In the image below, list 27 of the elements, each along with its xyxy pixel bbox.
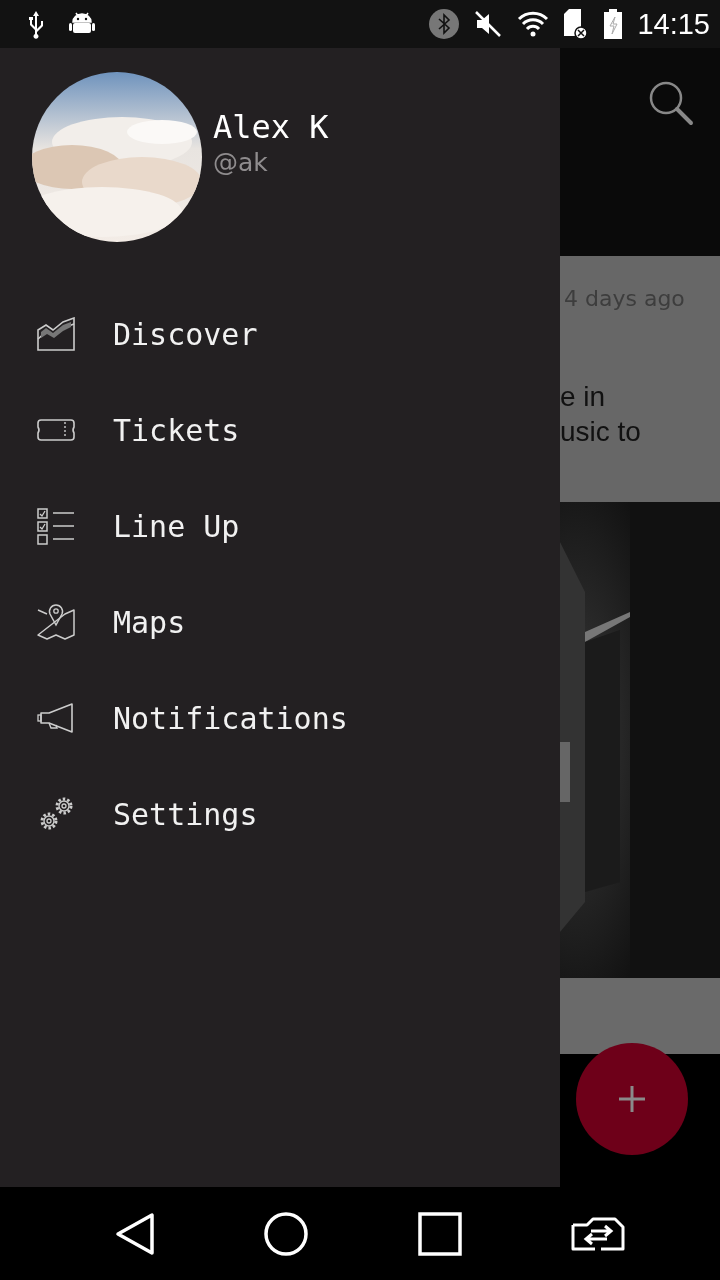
sd-card-icon — [563, 8, 590, 40]
menu-item[interactable]: Discover — [0, 286, 560, 382]
wifi-icon — [517, 10, 550, 38]
user-handle: @ak — [213, 147, 269, 177]
menu-item[interactable]: Tickets — [0, 382, 560, 478]
megaphone-icon — [37, 703, 75, 733]
clock-time: 14:15 — [637, 7, 710, 41]
map-pin-icon — [37, 603, 75, 641]
ticket-icon — [37, 419, 75, 441]
home-icon[interactable] — [264, 1211, 309, 1256]
usb-icon — [26, 9, 46, 39]
post-text: usic to — [560, 415, 642, 449]
plus-icon — [617, 1084, 647, 1114]
user-name: Alex K — [213, 107, 329, 146]
checklist-icon — [37, 507, 75, 545]
sim-swap-icon[interactable] — [571, 1216, 626, 1251]
menu-item[interactable]: Notifications — [0, 670, 560, 766]
area-chart-icon — [37, 317, 75, 351]
battery-icon — [603, 8, 624, 40]
menu-item[interactable]: Maps — [0, 574, 560, 670]
menu-item[interactable]: Line Up — [0, 478, 560, 574]
bluetooth-icon — [429, 9, 460, 39]
back-icon[interactable] — [114, 1211, 155, 1256]
post-text: e in — [560, 380, 607, 414]
menu-item[interactable]: Settings — [0, 766, 560, 862]
recents-icon[interactable] — [417, 1211, 462, 1256]
search-icon[interactable] — [648, 80, 694, 126]
